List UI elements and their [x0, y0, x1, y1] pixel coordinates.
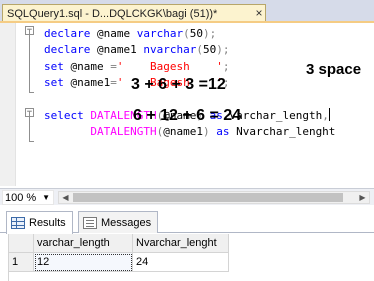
editor-status-bar: 100 % ▼ ◀ ▶	[0, 188, 374, 205]
horizontal-scrollbar[interactable]: ◀ ▶	[58, 191, 370, 204]
code-line-3: set @name =' Bagesh ';	[44, 60, 230, 73]
outline-end	[29, 141, 34, 142]
chevron-down-icon: ▼	[42, 193, 50, 202]
outline-bar	[29, 29, 30, 92]
query-document-tab[interactable]: SQLQuery1.sql - D...DQLCKGK\bagi (51))* …	[2, 4, 266, 22]
scroll-right-icon[interactable]: ▶	[356, 192, 369, 203]
document-tab-strip: SQLQuery1.sql - D...DQLCKGK\bagi (51))* …	[0, 0, 374, 23]
sql-editor[interactable]: − − declare @name varchar(50); declare @…	[0, 23, 374, 186]
zoom-value: 100 %	[5, 192, 37, 204]
annotation-equation-1: 3 + 6 + 3 =12	[131, 76, 226, 93]
annotation-spaces: 3 space	[306, 61, 362, 78]
annotation-equation-2: 6 + 12 + 6 = 24	[133, 107, 242, 124]
row-number[interactable]: 1	[9, 253, 34, 272]
messages-icon	[83, 216, 97, 229]
code-line-1: declare @name varchar(50);	[44, 27, 217, 40]
text-caret	[328, 108, 330, 121]
outline-end	[29, 92, 34, 93]
code-line-2: declare @name1 nvarchar(50);	[44, 43, 230, 56]
editor-margin	[0, 23, 16, 186]
tab-results-label: Results	[29, 217, 66, 229]
grid-cell[interactable]: 24	[133, 253, 229, 272]
column-header[interactable]: varchar_length	[34, 234, 133, 253]
close-tab-button[interactable]: ×	[252, 6, 265, 20]
result-tabs: Results Messages	[0, 207, 374, 234]
scroll-left-icon[interactable]: ◀	[59, 192, 72, 203]
scrollbar-thumb[interactable]	[73, 193, 343, 202]
tab-messages-label: Messages	[101, 216, 152, 229]
tab-results[interactable]: Results	[6, 211, 73, 234]
results-grid[interactable]: varchar_length Nvarchar_lenght 1 12 24	[8, 234, 374, 281]
grid-cell[interactable]: 12	[34, 253, 133, 272]
outline-bar	[29, 111, 30, 141]
code-line-6: DATALENGTH(@name1) as Nvarchar_lenght	[90, 125, 336, 138]
grid-corner	[9, 234, 34, 253]
query-tab-title: SQLQuery1.sql - D...DQLCKGK\bagi (51))*	[7, 7, 218, 20]
grid-icon	[11, 217, 25, 229]
tab-messages[interactable]: Messages	[78, 211, 159, 233]
column-header[interactable]: Nvarchar_lenght	[133, 234, 229, 253]
close-icon: ×	[255, 6, 263, 20]
zoom-dropdown[interactable]: 100 % ▼	[2, 190, 54, 205]
